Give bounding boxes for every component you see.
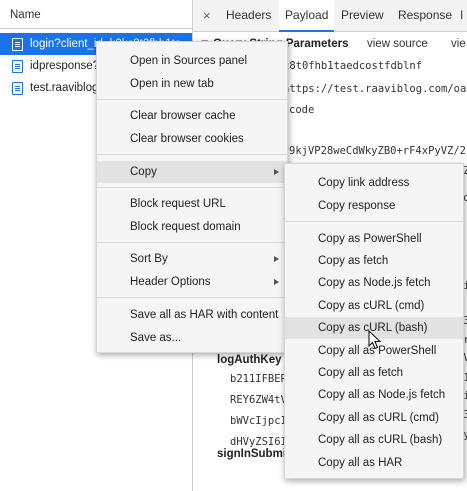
menu-item-block-url[interactable]: Block request URL — [97, 193, 287, 215]
menu-separator — [97, 154, 287, 155]
document-icon — [12, 38, 23, 51]
menu-item-sort-by-label: Sort By — [130, 253, 168, 265]
submenu-copy-all-as-fetch[interactable]: Copy all as fetch — [285, 362, 463, 384]
param-value: https://test.raaviblog.com/oa — [283, 83, 467, 95]
mouse-cursor-icon — [368, 330, 382, 350]
close-icon[interactable]: × — [203, 0, 211, 31]
menu-separator — [97, 187, 287, 188]
submenu-copy-all-as-curl-bash[interactable]: Copy all as cURL (bash) — [285, 429, 463, 451]
submenu-copy-link-address[interactable]: Copy link address — [285, 172, 463, 194]
request-item-label: idpresponse? — [30, 60, 100, 72]
menu-item-open-in-sources[interactable]: Open in Sources panel — [97, 50, 287, 72]
submenu-copy-all-as-nodejs-fetch[interactable]: Copy all as Node.js fetch — [285, 384, 463, 406]
tab-payload[interactable]: Payload — [279, 0, 335, 32]
form-param-key: logAuthKey — [217, 354, 282, 366]
form-param-key: signInSubmit — [217, 448, 290, 460]
menu-item-open-in-new-tab[interactable]: Open in new tab — [97, 73, 287, 95]
menu-item-sort-by[interactable]: Sort By — [97, 248, 287, 270]
menu-separator — [97, 99, 287, 100]
submenu-copy-all-as-har[interactable]: Copy all as HAR — [285, 452, 463, 474]
menu-item-header-options-label: Header Options — [130, 276, 211, 288]
submenu-copy-as-nodejs-fetch[interactable]: Copy as Node.js fetch — [285, 272, 463, 294]
view-source-link-2[interactable]: vie — [451, 38, 466, 50]
param-value: c8t0fhb1taedcostfdblnf — [283, 60, 423, 72]
tab-response[interactable]: Response — [398, 0, 452, 31]
form-param-value: dHVyZSI6I — [230, 436, 287, 448]
request-item-label: test.raaviblog — [30, 82, 99, 94]
submenu-copy-as-powershell[interactable]: Copy as PowerShell — [285, 228, 463, 250]
submenu-copy-all-as-curl-cmd[interactable]: Copy all as cURL (cmd) — [285, 407, 463, 429]
menu-item-block-domain[interactable]: Block request domain — [97, 216, 287, 238]
menu-separator — [97, 297, 287, 298]
tab-headers[interactable]: Headers — [226, 0, 271, 31]
menu-separator — [285, 221, 463, 222]
document-icon — [12, 60, 23, 73]
menu-item-copy-label: Copy — [130, 166, 157, 178]
form-param-value: REY6ZW4tV — [230, 394, 287, 406]
form-param-value: b211IFBER — [230, 373, 287, 385]
chevron-right-icon — [274, 279, 279, 285]
form-param-value: bWVcIjpcI — [230, 415, 287, 427]
menu-item-copy[interactable]: Copy — [97, 161, 287, 183]
chevron-right-icon — [274, 256, 279, 262]
detail-tab-bar: × Headers Payload Preview Response I — [193, 0, 467, 32]
document-icon — [12, 82, 23, 95]
menu-item-clear-cache[interactable]: Clear browser cache — [97, 105, 287, 127]
name-column-header[interactable]: Name — [0, 0, 192, 29]
chevron-right-icon — [274, 169, 279, 175]
param-value: code — [289, 104, 315, 116]
menu-item-save-as[interactable]: Save as... — [97, 327, 287, 349]
copy-submenu: Copy link address Copy response Copy as … — [284, 163, 464, 479]
submenu-copy-as-curl-cmd[interactable]: Copy as cURL (cmd) — [285, 295, 463, 317]
menu-item-save-har[interactable]: Save all as HAR with content — [97, 304, 287, 326]
context-menu: Open in Sources panel Open in new tab Cl… — [96, 41, 288, 353]
param-value: 9kjVP28weCdWkyZB0+rF4xPyVZ/2 — [289, 145, 467, 157]
tab-initiator[interactable]: I — [460, 0, 463, 31]
view-source-link[interactable]: view source — [367, 38, 428, 50]
tab-preview[interactable]: Preview — [341, 0, 384, 31]
submenu-copy-as-fetch[interactable]: Copy as fetch — [285, 250, 463, 272]
submenu-copy-response[interactable]: Copy response — [285, 195, 463, 217]
menu-separator — [97, 242, 287, 243]
menu-item-clear-cookies[interactable]: Clear browser cookies — [97, 128, 287, 150]
menu-item-header-options[interactable]: Header Options — [97, 271, 287, 293]
